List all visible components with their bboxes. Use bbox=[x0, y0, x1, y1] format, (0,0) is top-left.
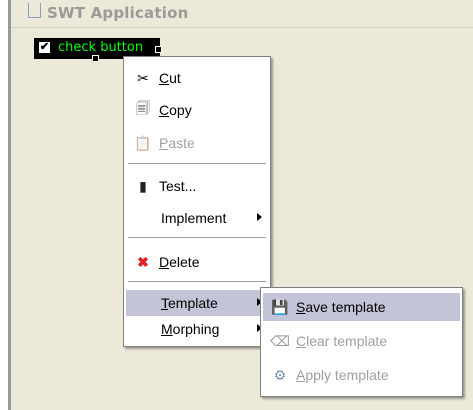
menu-item-implement[interactable]: Implement bbox=[126, 205, 268, 231]
copy-icon: 🗐 bbox=[136, 100, 150, 116]
template-submenu: 💾 Save template ⌫ Clear template ⚙ Apply… bbox=[260, 287, 463, 397]
resize-handle-right[interactable] bbox=[155, 46, 162, 53]
apply-icon: ⚙ bbox=[273, 366, 287, 383]
menu-item-test[interactable]: ▮ Test... bbox=[126, 173, 268, 199]
mnemonic: S bbox=[296, 299, 306, 315]
menu-separator bbox=[128, 163, 266, 164]
menu-item-label: ave template bbox=[305, 299, 386, 315]
title-separator bbox=[11, 27, 473, 28]
menu-item-clear-template: ⌫ Clear template bbox=[263, 328, 460, 354]
mnemonic: C bbox=[159, 102, 170, 118]
window-border bbox=[8, 0, 11, 410]
menu-item-label: opy bbox=[169, 102, 192, 118]
mnemonic: A bbox=[296, 367, 306, 383]
context-menu: ✂ Cut 🗐 Copy 📋 Paste ▮ Test... Implement… bbox=[123, 56, 271, 347]
eraser-icon: ⌫ bbox=[270, 332, 290, 349]
checkbox-checked-icon[interactable]: ✔ bbox=[38, 41, 51, 54]
menu-item-template[interactable]: Template bbox=[126, 290, 268, 316]
delete-icon: ✖ bbox=[137, 253, 149, 270]
check-button-label: check button bbox=[58, 40, 144, 55]
mnemonic: P bbox=[159, 135, 169, 151]
resize-handle-bottom[interactable] bbox=[92, 55, 99, 62]
menu-item-delete[interactable]: ✖ Delete bbox=[126, 249, 268, 275]
menu-item-save-template[interactable]: 💾 Save template bbox=[263, 293, 460, 321]
menu-item-cut[interactable]: ✂ Cut bbox=[126, 65, 268, 91]
menu-separator bbox=[128, 281, 266, 282]
menu-item-copy[interactable]: 🗐 Copy bbox=[126, 97, 268, 123]
scissors-icon: ✂ bbox=[137, 69, 149, 86]
mnemonic: M bbox=[161, 321, 173, 337]
menu-item-label: emplate bbox=[168, 295, 218, 311]
menu-item-label: ut bbox=[169, 70, 181, 86]
menu-item-paste: 📋 Paste bbox=[126, 130, 268, 156]
mnemonic: C bbox=[159, 70, 170, 86]
menu-item-label: elete bbox=[169, 254, 200, 270]
mnemonic: C bbox=[296, 333, 307, 349]
window-title-bar: SWT Application bbox=[28, 0, 328, 26]
window-title: SWT Application bbox=[47, 4, 189, 22]
test-icon: ▮ bbox=[139, 177, 147, 194]
submenu-arrow-icon bbox=[257, 213, 262, 221]
mnemonic: D bbox=[159, 254, 170, 270]
mnemonic: T bbox=[161, 295, 168, 311]
window-icon bbox=[28, 2, 41, 18]
menu-item-label: orphing bbox=[172, 321, 220, 337]
menu-item-label: lear template bbox=[306, 333, 388, 349]
save-icon: 💾 bbox=[271, 298, 289, 315]
menu-item-label: Test... bbox=[159, 178, 197, 194]
paste-icon: 📋 bbox=[134, 134, 152, 151]
menu-item-label: Implement bbox=[161, 210, 227, 226]
menu-item-label: pply template bbox=[305, 367, 389, 383]
menu-item-morphing[interactable]: Morphing bbox=[126, 316, 268, 342]
menu-item-label: aste bbox=[168, 135, 195, 151]
menu-item-apply-template: ⚙ Apply template bbox=[263, 362, 460, 388]
menu-separator bbox=[128, 237, 266, 238]
